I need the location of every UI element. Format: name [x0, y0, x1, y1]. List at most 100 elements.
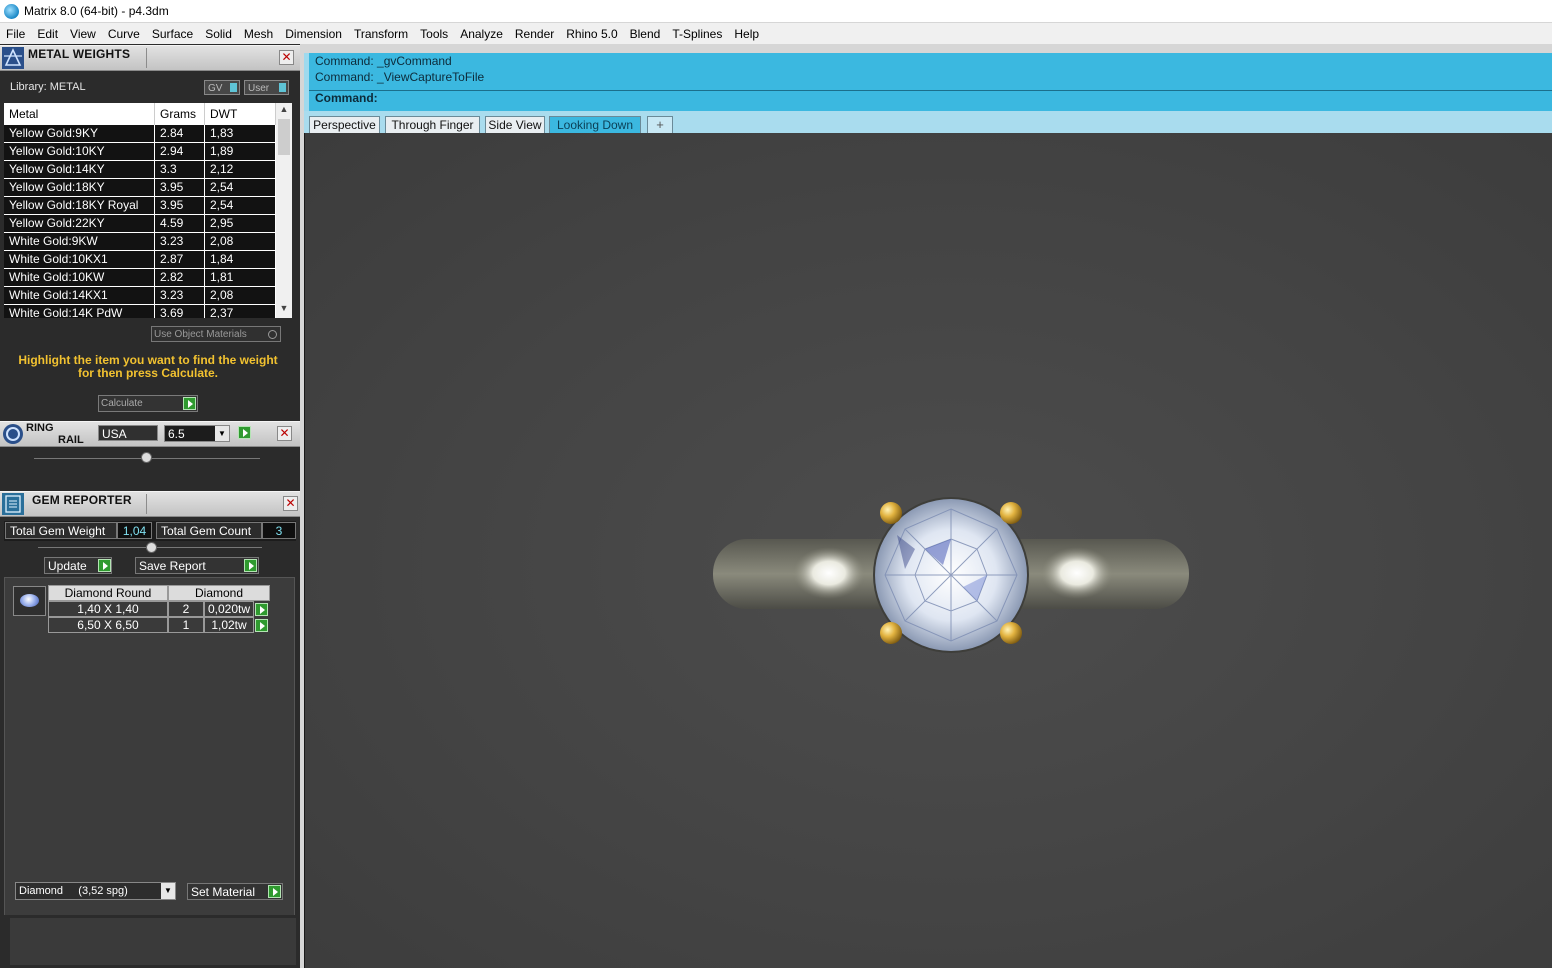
- empty-dock-area: [10, 918, 296, 965]
- gv-toggle[interactable]: GV: [204, 80, 240, 95]
- total-gem-count-label: Total Gem Count: [156, 522, 262, 539]
- gem-table-header: Diamond Round Diamond: [48, 585, 270, 601]
- menu-solid[interactable]: Solid: [199, 27, 238, 41]
- prong-top-right: [1000, 502, 1022, 524]
- command-history-line: Command: _ViewCaptureToFile: [315, 70, 485, 84]
- scroll-up-icon[interactable]: ▲: [276, 104, 292, 118]
- ring-size-select[interactable]: 6.5 ▼: [164, 425, 230, 442]
- prong-bottom-left: [880, 622, 902, 644]
- metal-dwt: 1,84: [205, 251, 276, 268]
- table-row[interactable]: Yellow Gold:18KY Royal 3.95 2,54: [4, 197, 276, 215]
- material-select[interactable]: Diamond (3,52 spg) ▼: [15, 882, 176, 900]
- table-row[interactable]: White Gold:9KW 3.23 2,08: [4, 233, 276, 251]
- table-row[interactable]: Yellow Gold:10KY 2.94 1,89: [4, 143, 276, 161]
- menu-help[interactable]: Help: [728, 27, 765, 41]
- close-icon[interactable]: ✕: [283, 496, 298, 511]
- menu-view[interactable]: View: [64, 27, 102, 41]
- column-header-dwt[interactable]: DWT: [205, 103, 276, 125]
- use-object-materials-label: Use Object Materials: [154, 329, 247, 340]
- metal-weights-header: METAL WEIGHTS ✕: [0, 45, 300, 71]
- table-row[interactable]: Yellow Gold:22KY 4.59 2,95: [4, 215, 276, 233]
- ring-rail-go-icon[interactable]: [238, 426, 251, 439]
- metal-name: White Gold:14K PdW: [4, 305, 155, 318]
- tab-perspective[interactable]: Perspective: [309, 116, 380, 133]
- menu-tsplines[interactable]: T-Splines: [666, 27, 728, 41]
- command-prompt[interactable]: Command:: [315, 91, 378, 105]
- gem-material-header: Diamond: [168, 585, 270, 601]
- metal-weights-hint: Highlight the item you want to find the …: [10, 354, 286, 380]
- gem-row-go-icon[interactable]: [255, 619, 268, 632]
- table-row[interactable]: Yellow Gold:9KY 2.84 1,83: [4, 125, 276, 143]
- menu-analyze[interactable]: Analyze: [454, 27, 509, 41]
- save-report-button[interactable]: Save Report: [135, 557, 259, 574]
- calculate-go-icon[interactable]: [183, 397, 196, 410]
- table-row[interactable]: White Gold:14K PdW 3.69 2,37: [4, 305, 276, 318]
- tab-through-finger[interactable]: Through Finger: [385, 116, 480, 133]
- table-row[interactable]: 1,40 X 1,40 2 0,020tw: [48, 601, 270, 617]
- diamond-thumbnail[interactable]: [13, 586, 46, 616]
- gem-row-go-icon[interactable]: [255, 603, 268, 616]
- menu-transform[interactable]: Transform: [348, 27, 414, 41]
- total-gem-weight-value: 1,04: [117, 522, 152, 539]
- table-row[interactable]: 6,50 X 6,50 1 1,02tw: [48, 617, 270, 633]
- gem-count: 2: [168, 601, 204, 617]
- ring-standard-field[interactable]: USA: [98, 425, 158, 441]
- tab-looking-down[interactable]: Looking Down: [549, 116, 641, 133]
- viewport-looking-down[interactable]: [304, 133, 1552, 968]
- gem-reporter-slider-handle[interactable]: [146, 542, 157, 553]
- menu-tools[interactable]: Tools: [414, 27, 454, 41]
- scroll-thumb[interactable]: [278, 119, 290, 155]
- table-row[interactable]: Yellow Gold:14KY 3.3 2,12: [4, 161, 276, 179]
- gem-size: 1,40 X 1,40: [48, 601, 168, 617]
- table-row[interactable]: White Gold:14KX1 3.23 2,08: [4, 287, 276, 305]
- menu-file[interactable]: File: [0, 27, 31, 41]
- scroll-down-icon[interactable]: ▼: [276, 303, 292, 317]
- header-divider: [146, 48, 147, 68]
- menu-rhino5[interactable]: Rhino 5.0: [560, 27, 623, 41]
- menu-blend[interactable]: Blend: [624, 27, 667, 41]
- metal-dwt: 2,95: [205, 215, 276, 232]
- save-report-label: Save Report: [139, 559, 206, 573]
- menu-mesh[interactable]: Mesh: [238, 27, 279, 41]
- metal-name: Yellow Gold:10KY: [4, 143, 155, 160]
- metal-grams: 3.95: [155, 179, 205, 196]
- band-highlight-right: [1041, 547, 1113, 599]
- metal-name: White Gold:10KX1: [4, 251, 155, 268]
- menu-surface[interactable]: Surface: [146, 27, 199, 41]
- gv-label: GV: [208, 83, 223, 94]
- chevron-down-icon[interactable]: ▼: [161, 883, 175, 899]
- close-icon[interactable]: ✕: [279, 50, 294, 65]
- menu-dimension[interactable]: Dimension: [279, 27, 348, 41]
- metal-grams: 4.59: [155, 215, 205, 232]
- update-label: Update: [48, 559, 87, 573]
- tab-side-view[interactable]: Side View: [485, 116, 545, 133]
- table-row[interactable]: Yellow Gold:18KY 3.95 2,54: [4, 179, 276, 197]
- table-row[interactable]: White Gold:10KW 2.82 1,81: [4, 269, 276, 287]
- gem-weight: 0,020tw: [204, 601, 254, 617]
- menu-edit[interactable]: Edit: [31, 27, 64, 41]
- metal-grams: 2.84: [155, 125, 205, 142]
- chevron-down-icon[interactable]: ▼: [215, 426, 229, 441]
- table-row[interactable]: White Gold:10KX1 2.87 1,84: [4, 251, 276, 269]
- header-divider: [146, 494, 147, 514]
- close-icon[interactable]: ✕: [277, 426, 292, 441]
- ring-rail-slider-handle[interactable]: [141, 452, 152, 463]
- column-header-grams[interactable]: Grams: [155, 103, 205, 125]
- metal-dwt: 2,54: [205, 197, 276, 214]
- use-object-materials-option[interactable]: Use Object Materials: [151, 326, 281, 342]
- menu-curve[interactable]: Curve: [102, 27, 146, 41]
- save-report-go-icon[interactable]: [244, 559, 257, 572]
- update-go-icon[interactable]: [98, 559, 111, 572]
- metal-dwt: 2,37: [205, 305, 276, 318]
- metal-name: Yellow Gold:18KY: [4, 179, 155, 196]
- set-material-go-icon[interactable]: [268, 885, 281, 898]
- add-tab-icon[interactable]: +: [647, 116, 673, 133]
- metal-grams: 2.94: [155, 143, 205, 160]
- column-header-metal[interactable]: Metal: [4, 103, 155, 125]
- metal-name: Yellow Gold:18KY Royal: [4, 197, 155, 214]
- menu-render[interactable]: Render: [509, 27, 560, 41]
- gem-reporter-icon: [2, 493, 24, 515]
- metal-table-scrollbar[interactable]: ▲ ▼: [276, 103, 292, 318]
- user-toggle[interactable]: User: [244, 80, 289, 95]
- gem-reporter-title: GEM REPORTER: [32, 493, 132, 507]
